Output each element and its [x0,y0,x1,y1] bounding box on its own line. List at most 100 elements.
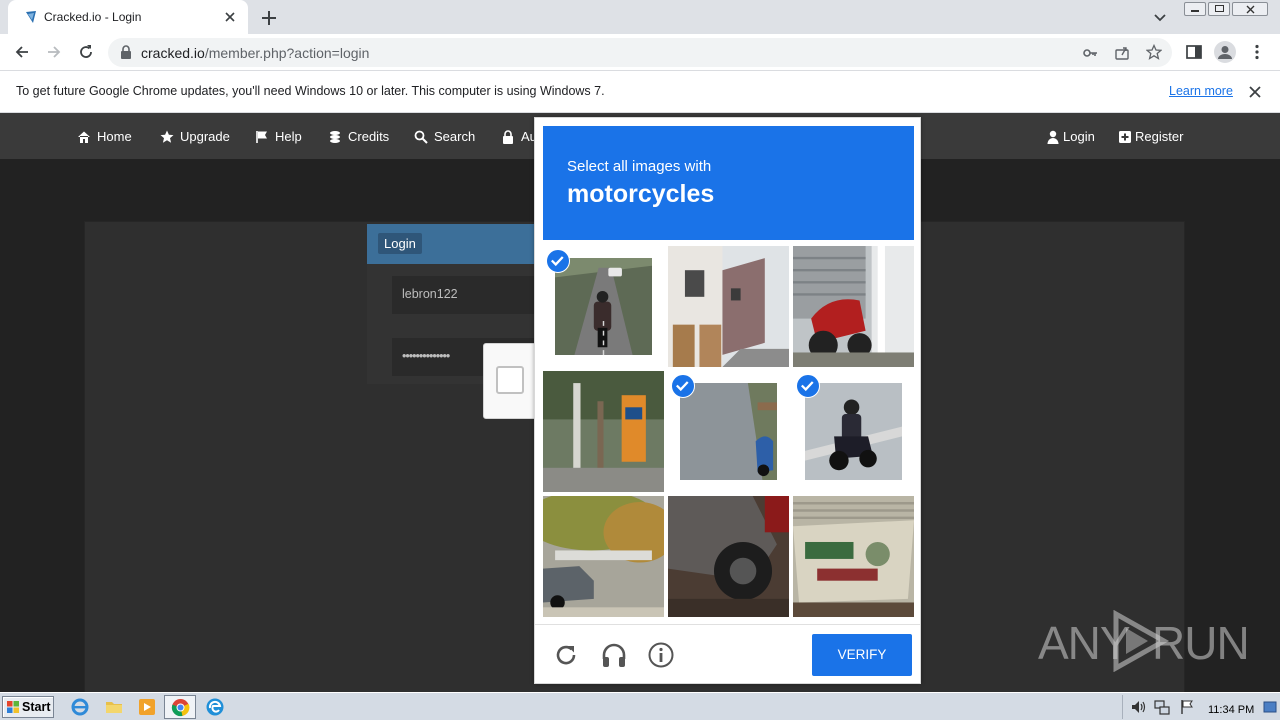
star-icon [160,130,174,143]
nav-credits[interactable]: Credits [328,129,389,144]
tile-image-rider-motorbike [805,383,902,480]
captcha-tile-1[interactable] [543,246,664,367]
tab-close-icon[interactable] [222,9,238,25]
reload-icon[interactable] [77,43,95,61]
search-icon [414,130,428,144]
window-close-button[interactable] [1232,2,1268,16]
tile-image-houses [668,246,789,367]
minimize-button[interactable] [1184,2,1206,16]
browser-toolbar: cracked.io/member.php?action=login [0,34,1280,71]
edge-icon[interactable] [205,697,225,717]
nav-home[interactable]: Home [77,129,132,144]
nav-register[interactable]: Register [1118,129,1183,144]
captcha-checkbox[interactable] [496,366,524,394]
menu-kebab-icon[interactable] [1248,43,1266,61]
tile-image-motorcycle-road [555,258,652,355]
verify-button[interactable]: VERIFY [812,634,912,676]
close-icon [1246,5,1255,14]
captcha-tile-7[interactable] [543,496,664,617]
windows-taskbar: Start 11:34 PM [0,692,1280,720]
volume-icon[interactable] [1131,700,1147,714]
tile-image-parked-car [543,496,664,617]
action-center-flag-icon[interactable] [1179,699,1195,715]
taskbar-chrome-button[interactable] [164,695,196,719]
selected-check-icon [796,374,820,398]
show-desktop-icon[interactable] [1263,700,1277,714]
refresh-icon[interactable] [552,641,580,669]
nav-login[interactable]: Login [1046,129,1095,144]
chevron-down-icon[interactable] [1152,9,1168,25]
nav-help[interactable]: Help [255,129,302,144]
tile-image-shop-sign [793,496,914,617]
forward-icon[interactable] [45,43,63,61]
side-panel-icon[interactable] [1185,43,1203,61]
address-bar[interactable]: cracked.io/member.php?action=login [108,38,1172,67]
nav-login-label: Login [1063,129,1095,144]
lock-icon [503,129,513,144]
nav-credits-label: Credits [348,129,390,144]
tile-image-scooter-path [680,383,777,480]
file-explorer-icon[interactable] [104,697,124,717]
nav-upgrade-label: Upgrade [180,129,230,144]
start-label: Start [22,700,51,714]
start-button[interactable]: Start [2,696,54,718]
captcha-prompt: Select all images with [567,158,712,175]
captcha-tile-3[interactable] [793,246,914,367]
captcha-image-grid [543,246,914,617]
captcha-tile-9[interactable] [793,496,914,617]
share-icon[interactable] [1114,45,1130,61]
tile-image-truck-wheel [668,496,789,617]
headphones-icon[interactable] [600,641,628,669]
nav-register-label: Register [1135,129,1184,144]
lock-icon[interactable] [120,45,132,59]
media-player-icon[interactable] [137,697,157,717]
learn-more-link[interactable]: Learn more [1169,84,1233,98]
browser-tab[interactable]: Cracked.io - Login [8,0,248,34]
user-icon [1047,130,1059,144]
captcha-target: motorcycles [567,180,715,208]
nav-home-label: Home [97,129,132,144]
selected-check-icon [546,249,570,273]
captcha-tile-8[interactable] [668,496,789,617]
restore-button[interactable] [1208,2,1230,16]
nav-upgrade[interactable]: Upgrade [160,129,230,144]
network-icon[interactable] [1154,699,1170,715]
tile-image-scooter-wall [793,246,914,367]
nav-auth[interactable]: Au [501,129,537,144]
key-icon[interactable] [1082,45,1098,61]
captcha-header: Select all images with motorcycles [543,126,914,240]
captcha-tile-6[interactable] [793,371,914,492]
info-icon[interactable] [647,641,675,669]
plus-square-icon [1119,130,1131,143]
system-tray: 11:34 PM [1122,695,1280,719]
captcha-challenge: Select all images with motorcycles VERIF… [534,117,921,684]
bookmark-star-icon[interactable] [1146,44,1162,60]
nav-search-label: Search [434,129,476,144]
infobar-message: To get future Google Chrome updates, you… [16,84,605,98]
login-heading: Login [378,233,422,254]
back-icon[interactable] [13,43,31,61]
selected-check-icon [671,374,695,398]
update-infobar: To get future Google Chrome updates, you… [0,71,1280,113]
username-field[interactable]: lebron122 [392,276,552,314]
url-text: cracked.io/member.php?action=login [141,45,370,61]
profile-avatar-icon[interactable] [1214,41,1236,63]
clock: 11:34 PM [1208,704,1255,716]
chrome-icon [171,698,190,717]
windows-logo-icon [7,701,19,713]
home-icon [78,131,90,143]
cracked-favicon-icon [26,11,36,23]
coins-icon [330,130,340,143]
captcha-tile-4[interactable] [543,371,664,492]
captcha-footer: VERIFY [535,624,920,684]
new-tab-icon[interactable] [258,7,280,29]
nav-search[interactable]: Search [414,129,475,144]
tile-image-street-trees [543,371,664,492]
close-icon[interactable] [1248,85,1262,99]
captcha-tile-2[interactable] [668,246,789,367]
anyrun-watermark: ANY RUN [1038,608,1250,674]
captcha-tile-5[interactable] [668,371,789,492]
tab-strip: Cracked.io - Login [0,0,1280,34]
tab-title: Cracked.io - Login [44,10,142,24]
internet-explorer-icon[interactable] [70,697,90,717]
